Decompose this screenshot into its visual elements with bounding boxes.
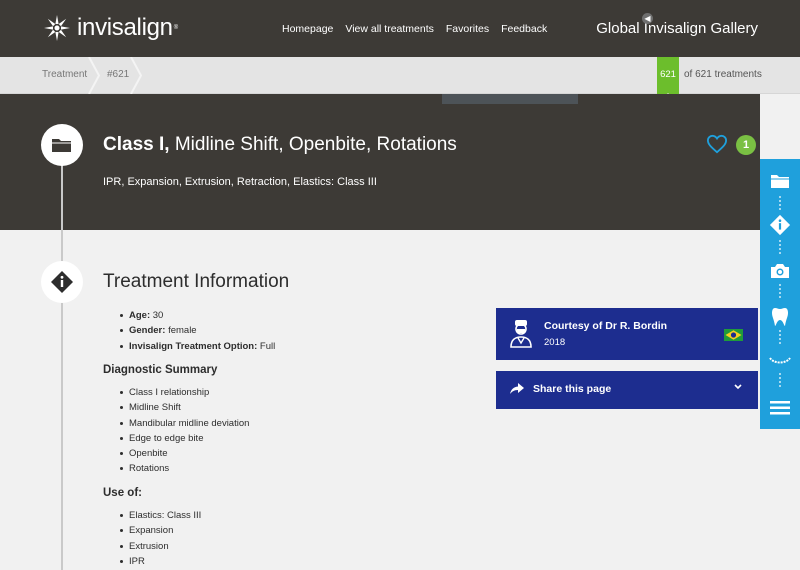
favorite-heart-icon[interactable] bbox=[706, 134, 728, 154]
breadcrumb: Treatment #621 bbox=[0, 57, 800, 94]
sidebar-divider bbox=[779, 284, 781, 298]
page-title-rest: Midline Shift, Openbite, Rotations bbox=[169, 134, 457, 155]
breadcrumb-treatment-link[interactable]: Treatment bbox=[42, 69, 87, 80]
tooth-icon bbox=[772, 308, 788, 326]
share-this-page-button[interactable]: Share this page bbox=[496, 371, 758, 409]
list-item: Openbite bbox=[103, 446, 249, 461]
list-item: Edge to edge bite bbox=[103, 431, 249, 446]
top-navigation-bar: invisalign ® Homepage View all treatments… bbox=[0, 0, 800, 57]
sidebar-info-button[interactable] bbox=[768, 213, 792, 237]
treatment-option-label: Invisalign Treatment Option: bbox=[129, 340, 258, 352]
breadcrumb-case-number: #621 bbox=[107, 69, 130, 80]
case-header-band bbox=[0, 94, 760, 230]
list-item: Elastics: Class III bbox=[103, 508, 201, 523]
invisalign-logo[interactable]: invisalign ® bbox=[43, 14, 178, 42]
gender-label: Gender: bbox=[129, 325, 166, 337]
treatment-information-heading: Treatment Information bbox=[103, 271, 290, 292]
camera-icon bbox=[771, 264, 789, 278]
logo-registered-mark: ® bbox=[173, 25, 179, 31]
use-of-heading: Use of: bbox=[103, 487, 142, 499]
teeth-icon bbox=[769, 357, 791, 364]
list-item: Expansion bbox=[103, 523, 201, 538]
nav-feedback-link[interactable]: Feedback bbox=[501, 23, 547, 35]
breadcrumb-separator bbox=[130, 57, 142, 94]
current-treatment-number: 621 bbox=[660, 69, 676, 80]
brazil-flag-icon bbox=[724, 329, 743, 341]
doctor-icon bbox=[510, 320, 532, 348]
section-sidebar bbox=[760, 159, 800, 429]
previous-arrow-icon[interactable]: ◀ bbox=[642, 13, 653, 24]
age-label: Age: bbox=[129, 310, 151, 321]
case-folder-badge bbox=[41, 124, 83, 166]
sidebar-tooth-button[interactable] bbox=[768, 305, 792, 329]
list-item: Mandibular midline deviation bbox=[103, 416, 249, 431]
nav-view-all-treatments-link[interactable]: View all treatments bbox=[345, 23, 434, 35]
diagnostic-summary-heading: Diagnostic Summary bbox=[103, 364, 218, 376]
treatment-option-value: Full bbox=[257, 340, 276, 352]
use-of-list: Elastics: Class III Expansion Extrusion … bbox=[103, 508, 201, 569]
sidebar-folder-button[interactable] bbox=[768, 169, 792, 193]
info-section-badge bbox=[41, 261, 83, 303]
courtesy-year: 2018 bbox=[544, 337, 566, 348]
menu-icon bbox=[770, 401, 790, 415]
list-item: Extrusion bbox=[103, 539, 201, 554]
sidebar-divider bbox=[779, 373, 781, 387]
folder-icon bbox=[52, 139, 72, 152]
list-item: Midline Shift bbox=[103, 400, 249, 415]
logo-wordmark: invisalign bbox=[77, 14, 173, 41]
courtesy-doctor-name: Courtesy of Dr R. Bordin bbox=[544, 320, 668, 332]
chevron-down-icon bbox=[734, 384, 742, 390]
nav-favorites-link[interactable]: Favorites bbox=[446, 23, 489, 35]
timeline-line bbox=[61, 145, 63, 570]
share-arrow-icon bbox=[510, 383, 524, 394]
main-nav: Homepage View all treatments Favorites F… bbox=[282, 23, 547, 35]
nav-homepage-link[interactable]: Homepage bbox=[282, 23, 333, 35]
list-item: Class I relationship bbox=[103, 385, 249, 400]
sidebar-teeth-button[interactable] bbox=[768, 349, 792, 373]
sidebar-photos-button[interactable] bbox=[768, 259, 792, 283]
sidebar-divider bbox=[779, 240, 781, 254]
page-title-primary: Class I, bbox=[103, 134, 170, 155]
sidebar-divider bbox=[779, 330, 781, 344]
gender-value: female bbox=[165, 325, 197, 337]
sidebar-menu-button[interactable] bbox=[768, 396, 792, 420]
diagnostic-summary-list: Class I relationship Midline Shift Mandi… bbox=[103, 385, 249, 477]
patient-details-list: Age: 30 Gender: female Invisalign Treatm… bbox=[103, 308, 275, 354]
list-item: IPR bbox=[103, 554, 201, 569]
page-title: Class I, Midline Shift, Openbite, Rotati… bbox=[103, 134, 457, 156]
favorite-count-badge: 1 bbox=[736, 135, 756, 155]
list-item: Rotations bbox=[103, 461, 249, 476]
sunburst-logo-icon bbox=[44, 15, 70, 41]
gallery-title: Global Invisalign Gallery bbox=[596, 20, 758, 37]
breadcrumb-separator bbox=[88, 57, 100, 94]
list-item: Age: 30 bbox=[103, 308, 275, 323]
age-value: 30 bbox=[150, 310, 164, 321]
courtesy-panel: Courtesy of Dr R. Bordin 2018 bbox=[496, 308, 758, 360]
sidebar-divider bbox=[779, 196, 781, 210]
info-diamond-icon bbox=[51, 271, 73, 293]
share-label: Share this page bbox=[533, 383, 612, 395]
treatment-count: of 621 treatments bbox=[684, 69, 762, 80]
list-item: Invisalign Treatment Option: Full bbox=[103, 339, 275, 354]
folder-icon bbox=[771, 175, 789, 188]
case-subtitle: IPR, Expansion, Extrusion, Retraction, E… bbox=[103, 176, 377, 188]
list-item: Gender: female bbox=[103, 323, 275, 338]
tooltip-remnant bbox=[442, 94, 578, 104]
info-icon bbox=[769, 214, 791, 236]
